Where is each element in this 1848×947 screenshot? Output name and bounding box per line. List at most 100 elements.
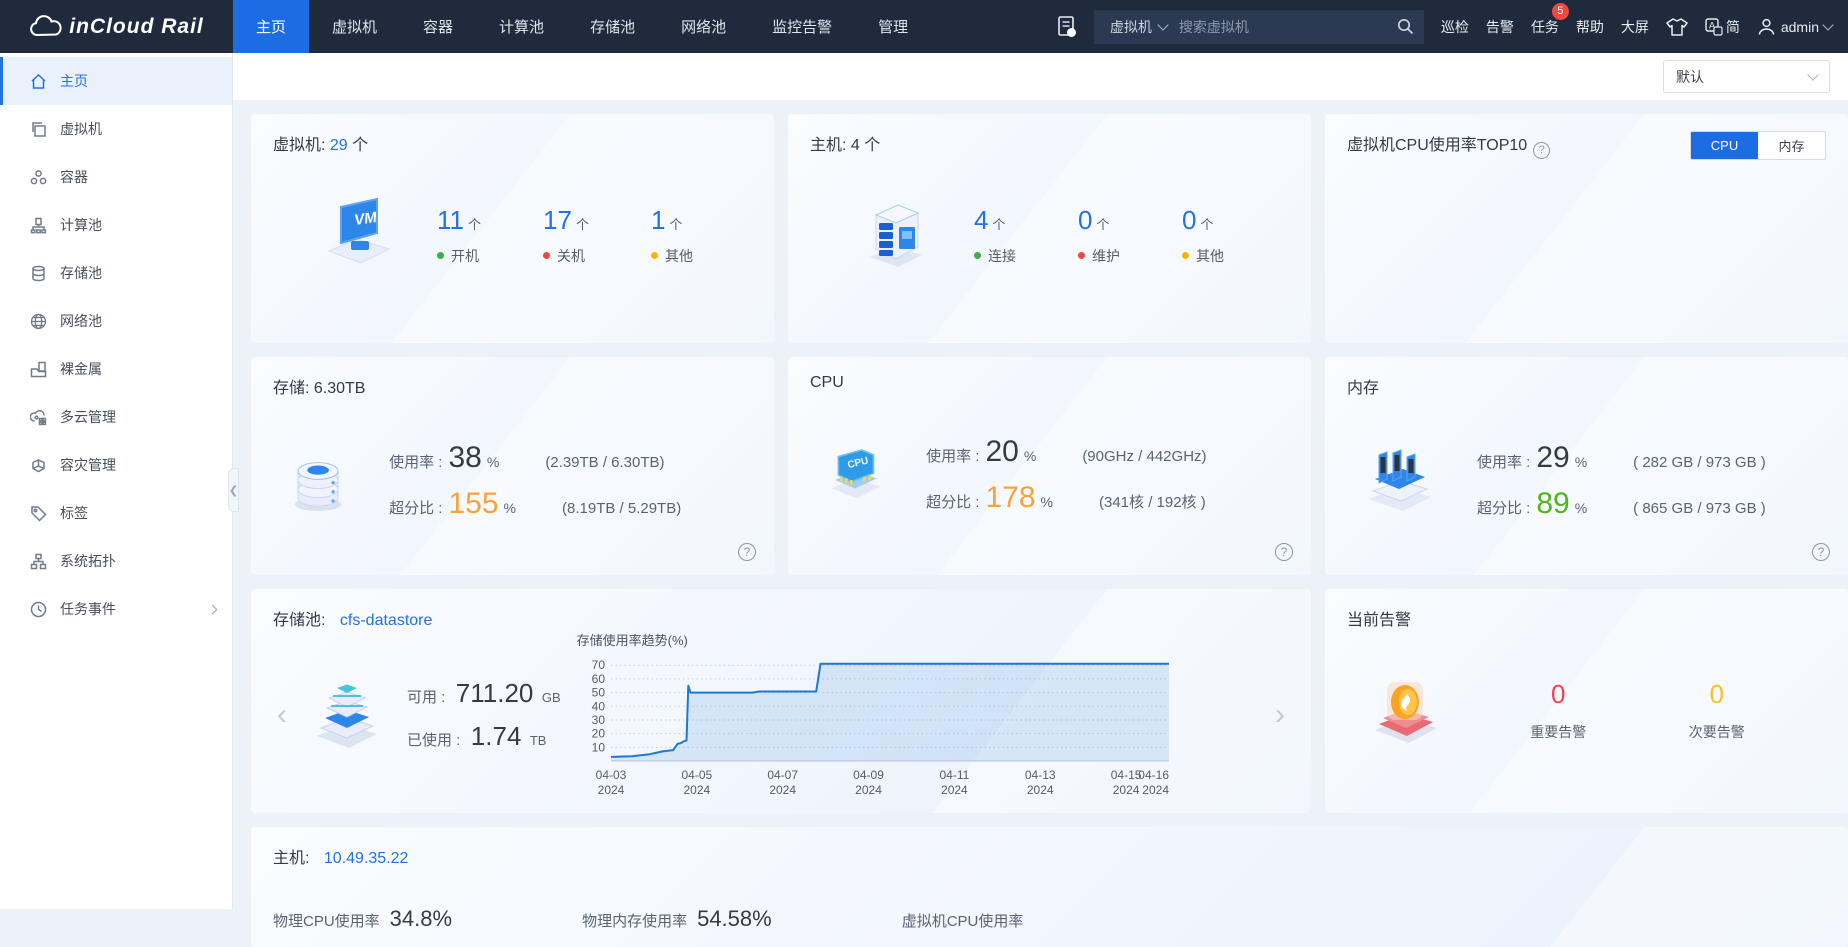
sidebar-item-compute-pool[interactable]: 计算池: [0, 201, 232, 249]
brand-logo[interactable]: inCloud Rail: [0, 0, 233, 53]
nav-link-tasks-label: 任务: [1531, 19, 1559, 35]
search-input[interactable]: [1179, 19, 1397, 35]
disaster-recovery-icon: [30, 457, 47, 474]
view-select[interactable]: 默认: [1663, 60, 1830, 93]
sidebar-item-storage-pool[interactable]: 存储池: [0, 249, 232, 297]
container-icon: [30, 169, 47, 186]
vm-stat-stopped: 17个 关机: [543, 205, 589, 266]
translate-icon: A: [1705, 18, 1723, 36]
svg-text:70: 70: [591, 658, 605, 672]
storage-capacity-card: 存储: 6.30TB 使用率 : 38 % (2.39TB: [251, 357, 774, 575]
host-ip-link[interactable]: 10.49.35.22: [324, 850, 409, 867]
svg-text:50: 50: [591, 685, 605, 699]
sidebar-item-label: 主页: [60, 71, 88, 91]
username: admin: [1781, 19, 1819, 35]
search-icon[interactable]: [1397, 18, 1414, 35]
vm-card-title: 虚拟机: 29 个: [273, 131, 752, 155]
hostrow-title-prefix: 主机:: [273, 850, 309, 867]
pool-card-title: 存储池: cfs-datastore: [273, 606, 1289, 630]
user-menu[interactable]: admin: [1757, 17, 1832, 36]
chevron-down-icon: [1807, 69, 1818, 80]
sidebar-item-home[interactable]: 主页: [0, 57, 232, 105]
help-icon[interactable]: ?: [1275, 543, 1293, 561]
sidebar-item-label: 网络池: [60, 311, 102, 331]
tag-icon: [30, 505, 47, 522]
nav-link-tasks[interactable]: 任务 5: [1531, 17, 1559, 37]
svg-text:2024: 2024: [1027, 783, 1054, 797]
carousel-next-button[interactable]: ›: [1271, 700, 1289, 730]
vm-icon: [30, 121, 47, 138]
svg-text:30: 30: [591, 712, 605, 726]
language-toggle[interactable]: A 简: [1705, 17, 1740, 37]
nav-link-help[interactable]: 帮助: [1576, 17, 1604, 37]
help-icon[interactable]: ?: [738, 543, 756, 561]
home-icon: [30, 73, 47, 90]
sidebar-item-task-events[interactable]: 任务事件: [0, 585, 232, 633]
topnav-item-monitor-alarm[interactable]: 监控告警: [749, 0, 855, 53]
sidebar-item-multicloud[interactable]: 多云管理: [0, 393, 232, 441]
sidebar-item-label: 标签: [60, 503, 88, 523]
topnav-item-vm[interactable]: 虚拟机: [309, 0, 400, 53]
storage-card-title: 存储: 6.30TB: [273, 374, 752, 398]
main-content: 默认 虚拟机: 29 个 VM: [233, 53, 1848, 909]
view-toolbar: 默认: [233, 53, 1848, 101]
chevron-right-icon: [208, 604, 218, 614]
pool-used-row: 已使用 : 1.74 TB: [407, 721, 561, 752]
search-scope-select[interactable]: 虚拟机: [1104, 17, 1179, 37]
topnav-item-container[interactable]: 容器: [400, 0, 476, 53]
nav-link-inspection[interactable]: 巡检: [1441, 17, 1469, 37]
sidebar-item-vm[interactable]: 虚拟机: [0, 105, 232, 153]
svg-text:04-07: 04-07: [767, 768, 798, 782]
svg-text:2024: 2024: [769, 783, 796, 797]
pool-name-link[interactable]: cfs-datastore: [340, 612, 432, 629]
sidebar-item-label: 计算池: [60, 215, 102, 235]
help-icon[interactable]: ?: [1812, 543, 1830, 561]
report-icon[interactable]: [1057, 16, 1077, 38]
sidebar-item-bare-metal[interactable]: 裸金属: [0, 345, 232, 393]
sidebar-item-disaster-recovery[interactable]: 容灾管理: [0, 441, 232, 489]
vm-count: 29: [330, 137, 348, 154]
multicloud-icon: [30, 409, 47, 426]
chevron-down-icon: [1822, 19, 1833, 30]
topnav-item-home[interactable]: 主页: [233, 0, 309, 53]
sidebar-item-container[interactable]: 容器: [0, 153, 232, 201]
status-dot-green: [974, 252, 981, 259]
topnav-item-storage-pool[interactable]: 存储池: [567, 0, 658, 53]
toggle-memory-button[interactable]: 内存: [1758, 132, 1825, 159]
global-search: 虚拟机: [1094, 10, 1424, 44]
vm-stat-running: 11个 开机: [437, 205, 481, 266]
svg-text:2024: 2024: [597, 783, 624, 797]
sidebar-item-label: 容器: [60, 167, 88, 187]
toggle-cpu-button[interactable]: CPU: [1691, 132, 1758, 159]
topnav-item-compute-pool[interactable]: 计算池: [476, 0, 567, 53]
nav-link-alarm[interactable]: 告警: [1486, 17, 1514, 37]
cpu-chip-icon: CPU: [820, 433, 890, 517]
svg-text:60: 60: [591, 671, 605, 685]
sidebar-collapse-handle[interactable]: ❮: [228, 468, 239, 512]
host-stat-connected: 4个 连接: [974, 205, 1016, 266]
sidebar-item-label: 裸金属: [60, 359, 102, 379]
host-3d-icon: [848, 189, 940, 281]
memory-usage-row: 使用率 : 29 % ( 282 GB / 973 GB ): [1477, 441, 1823, 475]
theme-skin-icon[interactable]: [1666, 18, 1688, 36]
carousel-prev-button[interactable]: ‹: [273, 700, 291, 730]
task-events-icon: [30, 601, 47, 618]
status-dot-red: [1078, 252, 1085, 259]
help-icon[interactable]: ?: [1533, 142, 1550, 159]
sidebar-item-topology[interactable]: 系统拓扑: [0, 537, 232, 585]
bare-metal-icon: [30, 361, 47, 378]
nav-link-bigscreen[interactable]: 大屏: [1621, 17, 1649, 37]
svg-text:20: 20: [591, 726, 605, 740]
svg-text:04-03: 04-03: [595, 768, 626, 782]
host-detail-card: 主机: 10.49.35.22 物理CPU使用率 34.8% 物理内存使用率 5…: [251, 827, 1848, 947]
svg-text:VM: VM: [353, 209, 378, 229]
chevron-down-icon: [1157, 19, 1168, 30]
brand-logo-text: inCloud Rail: [69, 15, 204, 39]
cpu-usage-row: 使用率 : 20 % (90GHz / 442GHz): [926, 435, 1289, 469]
sidebar-item-network-pool[interactable]: 网络池: [0, 297, 232, 345]
topnav-item-management[interactable]: 管理: [855, 0, 931, 53]
topnav-item-network-pool[interactable]: 网络池: [658, 0, 749, 53]
network-pool-icon: [30, 313, 47, 330]
sidebar-item-tags[interactable]: 标签: [0, 489, 232, 537]
storage-usage-row: 使用率 : 38 % (2.39TB / 6.30TB): [389, 441, 752, 475]
